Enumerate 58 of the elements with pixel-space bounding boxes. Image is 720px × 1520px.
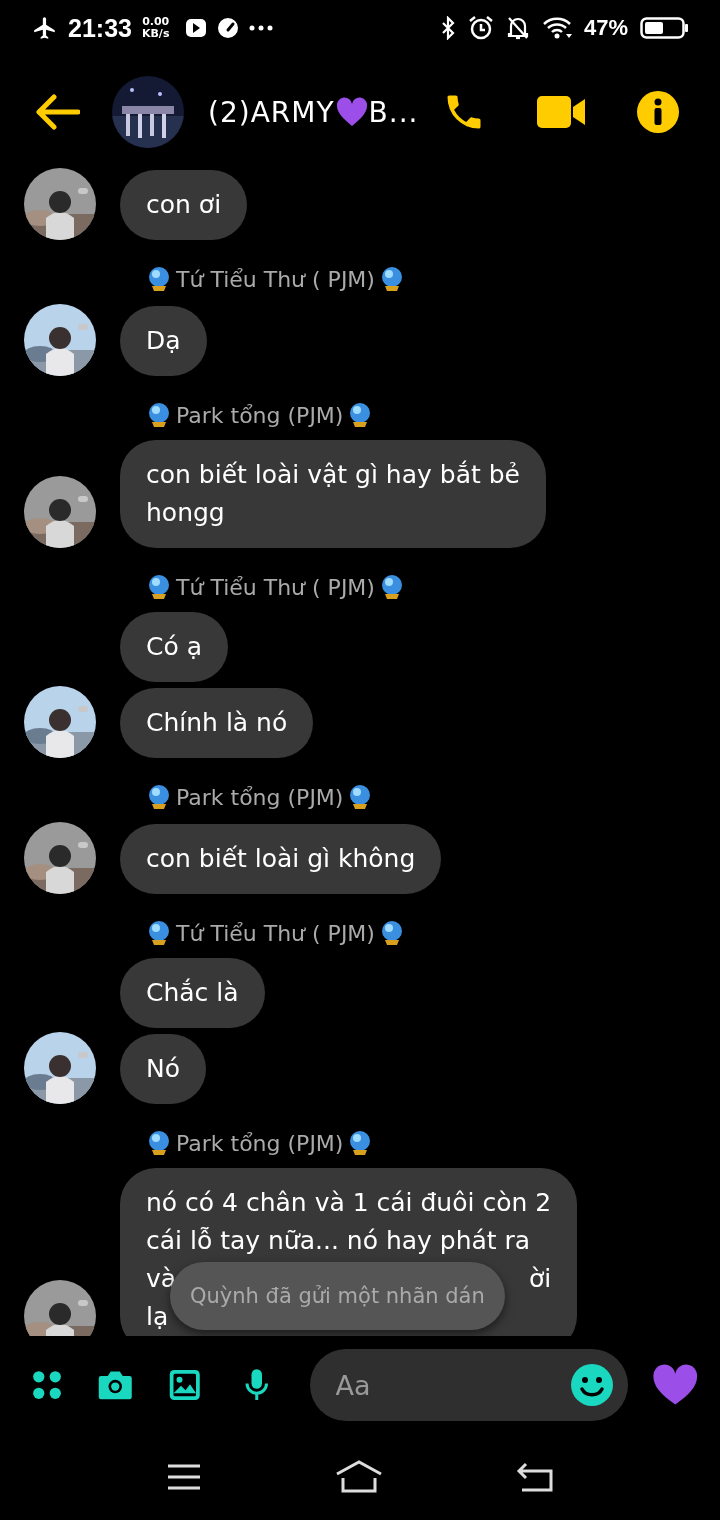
message-text: con ơi: [146, 190, 222, 219]
message-bubble[interactable]: Nó: [120, 1034, 206, 1104]
alarm-icon: [467, 15, 494, 41]
crystal-ball-icon: [146, 266, 172, 292]
chat-title: B...: [368, 95, 419, 129]
sender-name: Park tổng (PJM): [176, 784, 344, 810]
battery-icon: [640, 17, 688, 39]
bell-off-icon: [505, 15, 530, 41]
home-icon[interactable]: [335, 1460, 383, 1494]
heart-icon: [335, 97, 368, 127]
sender-name: Tứ Tiểu Thư ( PJM): [176, 574, 375, 600]
sender-name: Park tổng (PJM): [176, 402, 344, 428]
airplane-icon: [32, 15, 58, 41]
back-icon[interactable]: [515, 1462, 554, 1492]
back-arrow-icon[interactable]: [34, 94, 80, 130]
message-bubble[interactable]: Chính là nó: [120, 688, 314, 758]
message-field[interactable]: Aa: [309, 1349, 628, 1421]
battery-percent: 47%: [583, 15, 628, 41]
play-icon: [185, 17, 208, 39]
message-text: lạ: [146, 1302, 169, 1331]
sender-name: Tứ Tiểu Thư ( PJM): [176, 920, 375, 946]
crystal-ball-icon: [146, 402, 172, 428]
more-icon: [249, 25, 274, 31]
message-text: Chính là nó: [146, 708, 288, 737]
clock-time: 21:33: [68, 13, 132, 43]
speed-unit: KB/s: [141, 28, 170, 40]
message-text: nó có 4 chân và 1 cái đuôi còn 2: [146, 1188, 552, 1217]
message-bubble[interactable]: Chắc là: [120, 958, 265, 1028]
message-bubble[interactable]: Dạ: [120, 306, 207, 376]
message-text: hongg: [146, 498, 225, 527]
video-camera-icon[interactable]: [536, 94, 586, 130]
bluetooth-icon: [439, 16, 456, 40]
message-text: cái lỗ tay nữa... nó hay phát ra: [146, 1226, 531, 1255]
sender-name: Park tổng (PJM): [176, 1130, 344, 1156]
message-bubble[interactable]: con biết loài gì không: [120, 824, 442, 894]
message-text: Nó: [146, 1054, 180, 1083]
message-input[interactable]: Aa: [333, 1368, 570, 1402]
message-text: Chắc là: [146, 978, 239, 1007]
crystal-ball-icon: [146, 1130, 172, 1156]
crystal-ball-icon: [146, 920, 172, 946]
menu-icon[interactable]: [166, 1463, 203, 1491]
message-bubble[interactable]: con ơi: [120, 170, 248, 240]
message-bubble[interactable]: Có ạ: [120, 612, 229, 682]
message-text: Dạ: [146, 326, 181, 355]
message-text: ời: [528, 1263, 552, 1295]
sender-name: Tứ Tiểu Thư ( PJM): [176, 266, 375, 292]
gauge-icon: [217, 17, 240, 39]
network-speed: 0.00: [142, 16, 170, 28]
crystal-ball-icon: [146, 574, 172, 600]
emoji-icon[interactable]: [569, 1363, 614, 1407]
crystal-ball-icon: [146, 784, 172, 810]
wifi-icon: [541, 16, 572, 40]
message-text: Có ạ: [146, 632, 203, 661]
info-icon[interactable]: [636, 90, 680, 134]
message-bubble[interactable]: con biết loài vật gì hay bắt bẻ hongg: [120, 440, 546, 548]
message-text: con biết loài gì không: [146, 844, 416, 873]
chat-title: (2)ARMY: [208, 95, 335, 129]
message-text: con biết loài vật gì hay bắt bẻ: [146, 460, 520, 489]
